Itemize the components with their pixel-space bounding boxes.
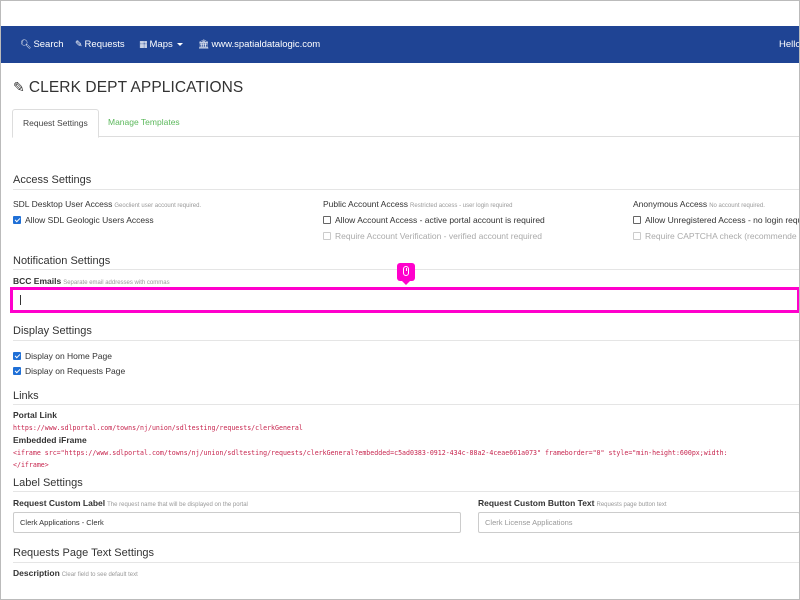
require-captcha-checkbox[interactable]: Require CAPTCHA check (recommende bbox=[633, 230, 797, 242]
require-verification-checkbox[interactable]: Require Account Verification - verified … bbox=[323, 230, 542, 242]
checkbox-icon bbox=[633, 232, 641, 240]
requests-page-text-heading: Requests Page Text Settings bbox=[13, 547, 155, 559]
allow-account-access-label: Allow Account Access - active portal acc… bbox=[335, 215, 545, 225]
portal-link-url[interactable]: https://www.sdlportal.com/towns/nj/union… bbox=[13, 424, 303, 432]
tab-manage-templates[interactable]: Manage Templates bbox=[98, 109, 190, 137]
divider bbox=[13, 404, 800, 405]
allow-sdl-users-label: Allow SDL Geologic Users Access bbox=[25, 215, 154, 225]
pencil-icon: ✎ bbox=[13, 79, 25, 95]
request-custom-label-input[interactable]: Clerk Applications - Clerk bbox=[13, 512, 461, 533]
request-button-text-label-text: Request Custom Button Text bbox=[478, 498, 595, 508]
bcc-emails-input[interactable] bbox=[10, 287, 800, 313]
institution-icon: 🏛︎ bbox=[198, 39, 210, 49]
nav-maps-dropdown[interactable]: ▦ Maps bbox=[139, 26, 183, 63]
allow-account-access-checkbox[interactable]: Allow Account Access - active portal acc… bbox=[323, 214, 545, 226]
anonymous-access-label-text: Anonymous Access bbox=[633, 199, 708, 209]
request-custom-label: Request Custom Label The request name tha… bbox=[13, 498, 248, 508]
public-access-label: Public Account Access Restricted access -… bbox=[323, 199, 512, 209]
checkbox-icon bbox=[323, 216, 331, 224]
allow-unregistered-label: Allow Unregistered Access - no login req… bbox=[645, 215, 800, 225]
map-icon: ▦ bbox=[139, 39, 148, 49]
notification-settings-heading: Notification Settings bbox=[13, 255, 111, 267]
description-label: Description Clear field to see default te… bbox=[13, 568, 138, 578]
page-title: ✎ CLERK DEPT APPLICATIONS bbox=[13, 79, 243, 97]
request-custom-label-text: Request Custom Label bbox=[13, 498, 106, 508]
divider bbox=[13, 340, 800, 341]
display-requests-page-label: Display on Requests Page bbox=[25, 366, 126, 376]
embedded-iframe-label: Embedded iFrame bbox=[13, 435, 87, 445]
request-button-text-input[interactable]: Clerk License Applications bbox=[478, 512, 800, 533]
caret-down-icon bbox=[176, 42, 183, 46]
divider bbox=[13, 491, 800, 492]
links-heading: Links bbox=[13, 390, 39, 402]
description-label-text: Description bbox=[13, 568, 60, 578]
embedded-iframe-code[interactable]: <iframe src="https://www.sdlportal.com/t… bbox=[13, 449, 728, 457]
nav-website-link[interactable]: 🏛︎ www.spatialdatalogic.com bbox=[198, 26, 320, 63]
divider bbox=[13, 562, 800, 563]
request-custom-label-hint: The request name that will be displayed … bbox=[107, 502, 248, 508]
require-verification-label: Require Account Verification - verified … bbox=[335, 231, 542, 241]
checkbox-icon bbox=[633, 216, 641, 224]
nav-user-greeting[interactable]: Hello bbox=[779, 26, 800, 63]
public-access-hint: Restricted access - user login required bbox=[410, 203, 513, 209]
checkbox-icon bbox=[323, 232, 331, 240]
request-button-text-label: Request Custom Button Text Requests page … bbox=[478, 498, 667, 508]
access-settings-heading: Access Settings bbox=[13, 174, 92, 186]
checkbox-checked-icon bbox=[13, 216, 21, 224]
mouse-click-marker-icon bbox=[397, 263, 415, 285]
label-settings-heading: Label Settings bbox=[13, 477, 83, 489]
sdl-access-hint: Geoclient user account required. bbox=[114, 203, 202, 209]
nav-search-label: Search bbox=[33, 39, 64, 50]
public-access-label-text: Public Account Access bbox=[323, 199, 409, 209]
search-icon: 🔍︎ bbox=[20, 39, 32, 49]
anonymous-access-label: Anonymous Access No account required. bbox=[633, 199, 765, 209]
nav-requests-label: Requests bbox=[84, 39, 125, 50]
nav-greeting-label: Hello bbox=[779, 39, 800, 50]
portal-link-label: Portal Link bbox=[13, 410, 57, 420]
display-home-page-checkbox[interactable]: Display on Home Page bbox=[13, 350, 112, 362]
allow-sdl-users-checkbox[interactable]: Allow SDL Geologic Users Access bbox=[13, 214, 154, 226]
sdl-access-label-text: SDL Desktop User Access bbox=[13, 199, 113, 209]
embedded-iframe-code-end: </iframe> bbox=[13, 461, 49, 469]
sdl-access-label: SDL Desktop User Access Geoclient user ac… bbox=[13, 199, 201, 209]
bcc-emails-hint: Separate email addresses with commas bbox=[63, 280, 170, 286]
request-button-text-hint: Requests page button text bbox=[596, 502, 667, 508]
anonymous-access-hint: No account required. bbox=[709, 203, 765, 209]
checkbox-checked-icon bbox=[13, 367, 21, 375]
require-captcha-label: Require CAPTCHA check (recommende bbox=[645, 231, 797, 241]
pencil-icon: ✎ bbox=[75, 39, 83, 49]
nav-requests-link[interactable]: ✎ Requests bbox=[75, 26, 125, 63]
display-home-page-label: Display on Home Page bbox=[25, 351, 112, 361]
mouse-icon bbox=[403, 266, 409, 276]
tab-request-settings[interactable]: Request Settings bbox=[12, 109, 99, 138]
bcc-emails-label-text: BCC Emails bbox=[13, 276, 62, 286]
top-navbar: 🔍︎ Search ✎ Requests ▦ Maps 🏛︎ www.spatialda… bbox=[0, 26, 800, 63]
checkbox-checked-icon bbox=[13, 352, 21, 360]
settings-tabs: Request Settings Manage Templates bbox=[12, 109, 800, 138]
nav-maps-label: Maps bbox=[149, 39, 173, 50]
display-settings-heading: Display Settings bbox=[13, 325, 92, 337]
divider bbox=[13, 189, 800, 190]
page-title-text: CLERK DEPT APPLICATIONS bbox=[28, 79, 244, 96]
bcc-emails-label: BCC Emails Separate email addresses with … bbox=[13, 276, 170, 286]
description-hint: Clear field to see default text bbox=[61, 572, 138, 578]
nav-search-link[interactable]: 🔍︎ Search bbox=[20, 26, 64, 63]
display-requests-page-checkbox[interactable]: Display on Requests Page bbox=[13, 365, 125, 377]
text-cursor bbox=[20, 295, 21, 305]
nav-website-label: www.spatialdatalogic.com bbox=[211, 39, 321, 50]
allow-unregistered-checkbox[interactable]: Allow Unregistered Access - no login req… bbox=[633, 214, 800, 226]
